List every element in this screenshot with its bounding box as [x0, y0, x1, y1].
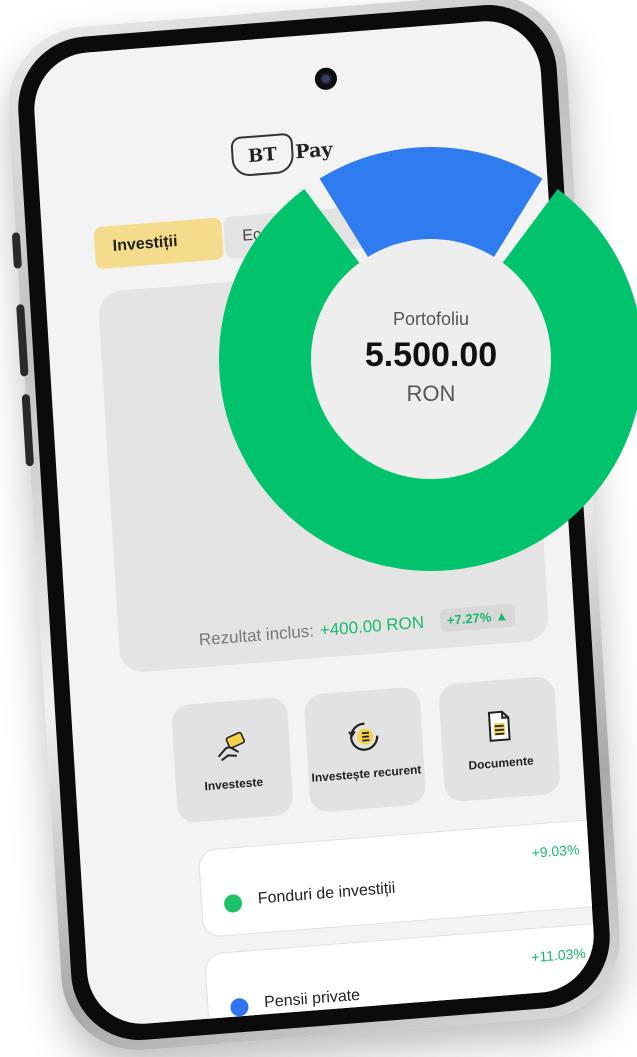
portfolio-center-label: Portofoliu 5.500.00 RON	[316, 309, 546, 407]
product-change: +11.03%	[530, 944, 587, 966]
invest-button-label: Investeste	[204, 774, 264, 794]
invest-button[interactable]: Investeste	[170, 696, 294, 824]
status-dot-blue	[229, 997, 249, 1017]
portfolio-donut-chart: Portofoliu 5.500.00 RON	[211, 134, 637, 586]
documents-button-label: Documente	[468, 753, 535, 773]
product-name: Fonduri de investiții	[257, 879, 396, 908]
product-change: +9.03%	[531, 841, 580, 861]
invest-recurring-button[interactable]: Investește recurent	[303, 686, 427, 814]
documents-button[interactable]: Documente	[438, 675, 561, 803]
document-icon	[487, 710, 511, 742]
recurring-list-icon	[348, 722, 379, 751]
result-percent: +7.27%	[446, 609, 492, 628]
tab-investitii[interactable]: Investiții	[93, 217, 224, 270]
camera-icon	[314, 66, 338, 91]
portfolio-currency: RON	[406, 381, 456, 406]
portfolio-label: Portofoliu	[392, 309, 470, 329]
triangle-up-icon: ▲	[494, 608, 509, 625]
portfolio-amount: 5.500.00	[364, 336, 498, 374]
invest-recurring-label: Investește recurent	[311, 762, 422, 785]
product-row-fonduri[interactable]: Fonduri de investiții +9.03%	[197, 818, 597, 938]
scene: BT Pay Investiții Econo Rezultat inclus:…	[0, 0, 637, 1057]
status-dot-green	[223, 893, 243, 914]
hand-money-icon	[218, 731, 246, 761]
